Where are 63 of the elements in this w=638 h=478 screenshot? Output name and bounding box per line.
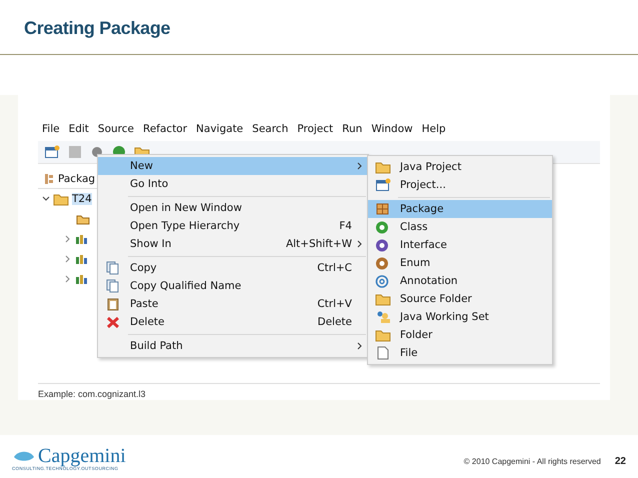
menu-item[interactable]: Package: [368, 200, 552, 218]
menu-item[interactable]: Java Working Set: [368, 308, 552, 326]
menu-item[interactable]: Java Project: [368, 158, 552, 176]
menu-item[interactable]: Class: [368, 218, 552, 236]
clipboard-icon: [105, 297, 121, 311]
menu-item[interactable]: Build Path: [98, 337, 368, 355]
folder-icon: [375, 292, 391, 306]
menu-title[interactable]: Edit: [68, 123, 89, 137]
folder-icon: [375, 328, 391, 342]
menu-item[interactable]: Go Into: [98, 175, 368, 193]
library-icon: [75, 253, 89, 265]
tree-item[interactable]: T24: [72, 193, 92, 205]
menu-item[interactable]: Delete Delete: [98, 313, 368, 331]
menu-item[interactable]: Interface: [368, 236, 552, 254]
delete-icon: [105, 315, 121, 329]
menu-title[interactable]: File: [42, 123, 60, 137]
menu-item[interactable]: Open Type Hierarchy F4: [98, 217, 368, 235]
menu-title[interactable]: Refactor: [143, 123, 188, 137]
menu-item[interactable]: Folder: [368, 326, 552, 344]
menu-item[interactable]: Copy Ctrl+C: [98, 259, 368, 277]
menu-title[interactable]: Navigate: [196, 123, 244, 137]
menu-item[interactable]: New: [98, 157, 368, 175]
library-icon: [75, 233, 89, 245]
menu-item[interactable]: Open in New Window: [98, 199, 368, 217]
package-folder-icon: [76, 213, 90, 225]
project-folder-icon: [53, 192, 69, 206]
menu-item[interactable]: Project...: [368, 176, 552, 194]
menu-item[interactable]: Annotation: [368, 272, 552, 290]
package-explorer-icon: [44, 173, 54, 185]
chevron-right-icon: [357, 162, 362, 170]
menu-item[interactable]: Show In Alt+Shift+W: [98, 235, 368, 253]
box-icon: [375, 202, 391, 216]
slide-caption: Example: com.cognizant.l3: [38, 389, 146, 399]
menu-title[interactable]: Project: [297, 123, 334, 137]
copyright-text: © 2010 Capgemini - All rights reserved: [464, 457, 601, 466]
slide-title: Creating Package: [23, 17, 172, 39]
page-number: 22: [614, 456, 626, 467]
menu-item[interactable]: Enum: [368, 254, 552, 272]
menu-title[interactable]: Source: [98, 123, 134, 137]
menu-item[interactable]: Copy Qualified Name: [98, 277, 368, 295]
folder-icon: [375, 160, 391, 174]
menu-item[interactable]: Paste Ctrl+V: [98, 295, 368, 313]
chevron-right-icon: [357, 342, 362, 350]
logo-wordmark: Capgemini: [38, 446, 126, 466]
window-icon[interactable]: [44, 145, 60, 159]
circle-icon: [375, 220, 391, 234]
view-tab[interactable]: Packag: [58, 173, 96, 185]
chevron-right-icon: [357, 240, 362, 248]
menu-title[interactable]: Window: [371, 123, 413, 137]
copy-icon: [105, 261, 121, 275]
ring-icon: [375, 274, 391, 288]
circle-icon: [375, 238, 391, 252]
library-icon: [75, 273, 89, 285]
menu-item[interactable]: Source Folder: [368, 290, 552, 308]
menu-title[interactable]: Run: [342, 123, 362, 137]
menu-title[interactable]: Search: [252, 123, 288, 137]
window-icon: [375, 178, 391, 192]
circle-icon: [375, 256, 391, 270]
menu-item[interactable]: File: [368, 344, 552, 362]
copy-icon: [105, 279, 121, 293]
people-icon: [375, 310, 391, 324]
menu-title[interactable]: Help: [422, 123, 446, 137]
file-icon: [375, 346, 391, 360]
